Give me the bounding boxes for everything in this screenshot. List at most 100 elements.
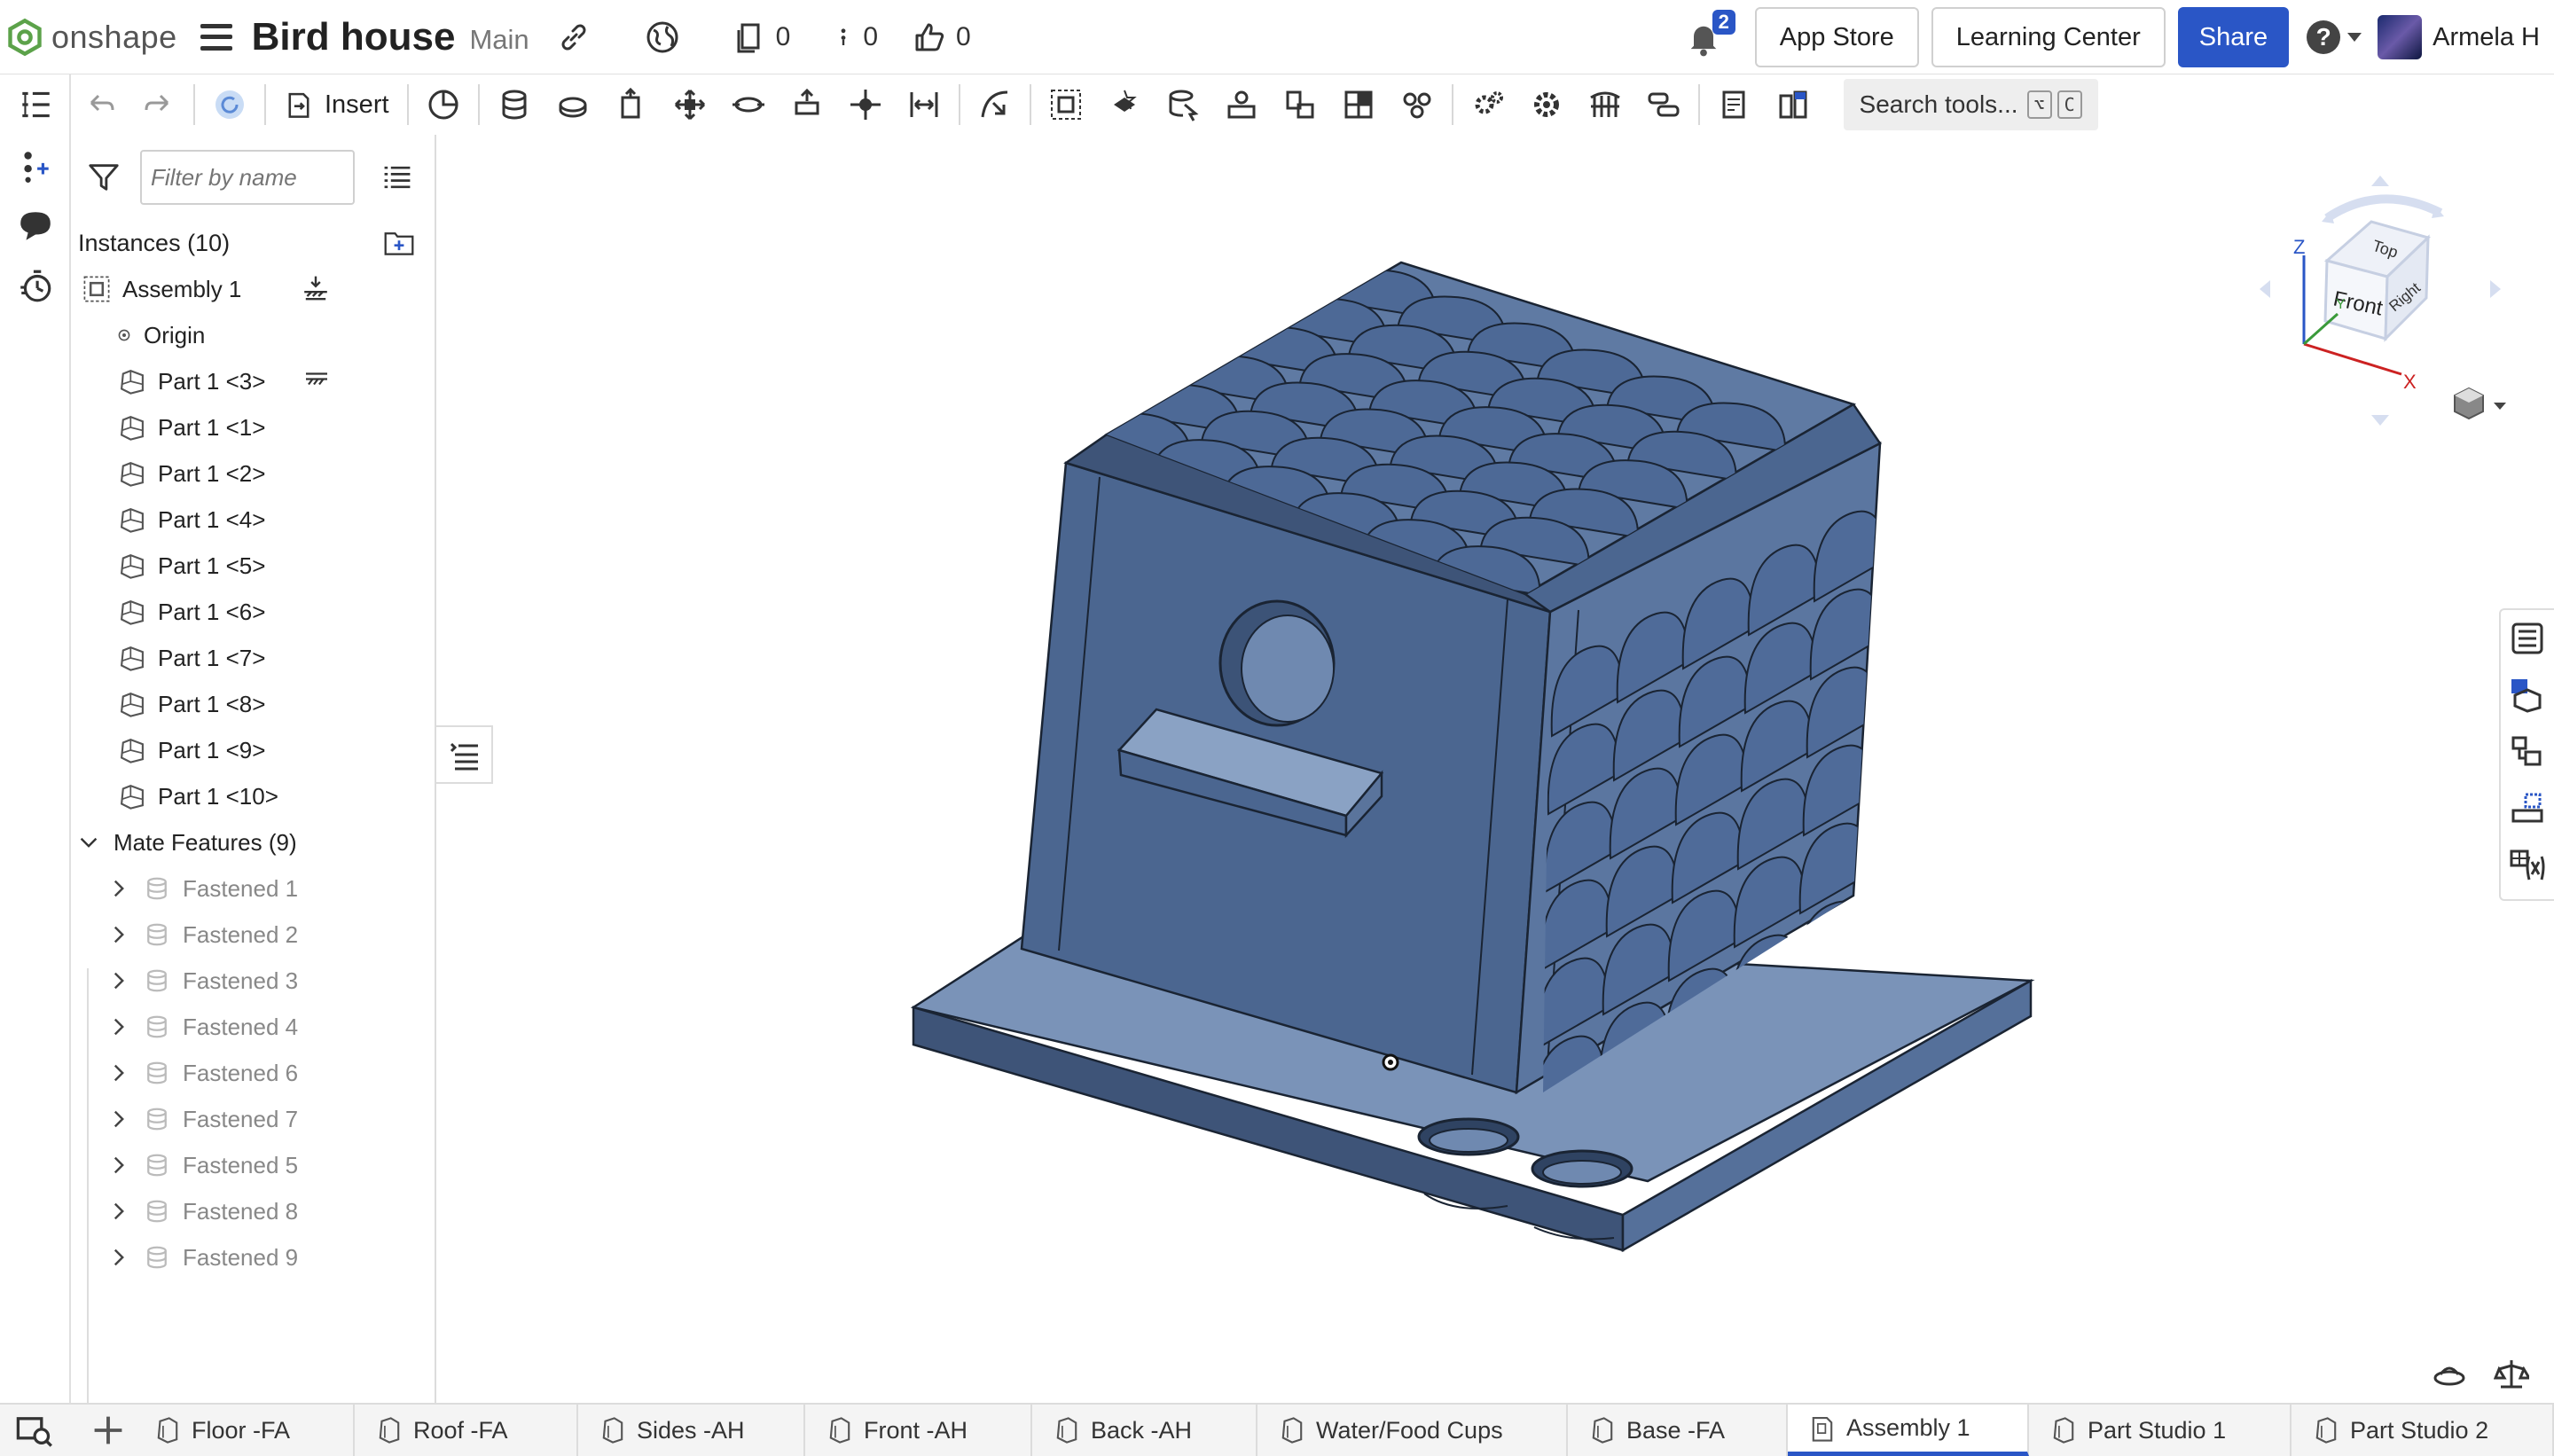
cylindrical-mate-button[interactable] [719, 75, 778, 134]
bird-house-model[interactable] [438, 135, 2499, 1403]
measure-icon[interactable] [2494, 1357, 2529, 1392]
regenerate-button[interactable] [200, 75, 259, 134]
fastened-mate-button[interactable] [485, 75, 544, 134]
document-tab[interactable]: Roof -FA [355, 1405, 578, 1456]
document-tab[interactable]: Base -FA [1568, 1405, 1788, 1456]
pin-slot-mate-button[interactable] [778, 75, 836, 134]
document-tab[interactable]: Front -AH [805, 1405, 1032, 1456]
part-instance-row[interactable]: Part 1 <10> [71, 773, 435, 819]
insert-button[interactable]: Insert [271, 75, 402, 134]
branch-name[interactable]: Main [469, 24, 529, 56]
filter-icon[interactable] [87, 160, 121, 194]
linear-relation-button[interactable] [1388, 75, 1446, 134]
properties-button[interactable] [2501, 610, 2554, 667]
mate-feature-row[interactable]: Fastened 7 [71, 1096, 435, 1142]
chevron-right-icon[interactable] [106, 1107, 131, 1131]
search-tools-button[interactable]: Search tools... ⌥ C [1843, 79, 2098, 130]
add-tab-icon[interactable] [89, 1411, 128, 1450]
replicate-button[interactable] [414, 75, 473, 134]
chevron-right-icon[interactable] [106, 1199, 131, 1224]
appearance-button[interactable] [2501, 667, 2554, 724]
assembly-row[interactable]: Assembly 1 [71, 266, 435, 312]
chevron-right-icon[interactable] [106, 876, 131, 901]
fixed-icon[interactable] [303, 367, 330, 394]
part-instance-row[interactable]: Part 1 <5> [71, 543, 435, 589]
gear-relation-button[interactable] [1212, 75, 1271, 134]
history-button[interactable] [0, 255, 71, 316]
view-cube[interactable]: Top Front Right Z X Y [2238, 156, 2522, 440]
ball-mate-button[interactable] [836, 75, 895, 134]
document-tab[interactable]: Assembly 1 [1788, 1405, 2029, 1456]
filter-input[interactable] [140, 150, 355, 205]
onshape-logo[interactable]: onshape [5, 18, 177, 57]
part-instance-row[interactable]: Part 1 <9> [71, 727, 435, 773]
user-name[interactable]: Armela H [2433, 23, 2540, 52]
mate-feature-row[interactable]: Fastened 8 [71, 1188, 435, 1234]
mate-feature-row[interactable]: Fastened 5 [71, 1142, 435, 1188]
variables-button[interactable] [2501, 837, 2554, 894]
mate-connector-button[interactable] [1095, 75, 1154, 134]
part-instance-row[interactable]: Part 1 <8> [71, 681, 435, 727]
document-tab[interactable]: Water/Food Cups [1257, 1405, 1568, 1456]
mate-feature-row[interactable]: Fastened 4 [71, 1004, 435, 1050]
configurations-button[interactable] [2501, 780, 2554, 837]
share-button[interactable]: Share [2177, 7, 2290, 67]
mate-feature-row[interactable]: Fastened 9 [71, 1234, 435, 1280]
tab-search-icon[interactable] [14, 1411, 53, 1450]
chevron-right-icon[interactable] [106, 1014, 131, 1039]
planar-mate-button[interactable] [661, 75, 719, 134]
mate-feature-row[interactable]: Fastened 6 [71, 1050, 435, 1096]
named-positions-button[interactable] [1764, 75, 1822, 134]
mate-feature-row[interactable]: Fastened 3 [71, 958, 435, 1004]
screw-relation-button[interactable] [1329, 75, 1388, 134]
part-instance-row[interactable]: Part 1 <2> [71, 450, 435, 497]
document-tab[interactable]: Part Studio 2 [2292, 1405, 2554, 1456]
revolute-mate-button[interactable] [544, 75, 602, 134]
mate-feature-row[interactable]: Fastened 1 [71, 865, 435, 912]
cam-button[interactable] [1634, 75, 1693, 134]
list-view-icon[interactable] [381, 161, 413, 193]
comments-button[interactable] [0, 195, 71, 255]
document-tab[interactable]: Part Studio 1 [2029, 1405, 2292, 1456]
chevron-right-icon[interactable] [106, 1061, 131, 1085]
mate-features-header[interactable]: Mate Features (9) [71, 819, 435, 865]
group-button[interactable] [1037, 75, 1095, 134]
chevron-right-icon[interactable] [106, 1153, 131, 1178]
instances-header[interactable]: Instances (10) [71, 220, 435, 266]
like-button[interactable]: 0 [912, 20, 971, 55]
render-mode-icon[interactable] [2432, 1357, 2467, 1392]
link-button[interactable] [556, 20, 591, 55]
notifications-button[interactable]: 2 [1684, 10, 1735, 59]
app-store-button[interactable]: App Store [1754, 7, 1919, 67]
chevron-right-icon[interactable] [106, 922, 131, 947]
mate-values-button[interactable] [1154, 75, 1212, 134]
document-title[interactable]: Bird house [252, 15, 456, 59]
gear-button[interactable] [1517, 75, 1576, 134]
graphics-viewport[interactable]: Top Front Right Z X Y [438, 135, 2529, 1403]
document-tab[interactable]: Back -AH [1032, 1405, 1257, 1456]
origin-row[interactable]: Origin [71, 312, 435, 358]
slider-mate-button[interactable] [602, 75, 661, 134]
undo-button[interactable] [71, 75, 129, 134]
part-instance-row[interactable]: Part 1 <6> [71, 589, 435, 635]
redo-button[interactable] [129, 75, 188, 134]
part-instance-row[interactable]: Part 1 <3> [71, 358, 435, 404]
part-instance-row[interactable]: Part 1 <4> [71, 497, 435, 543]
document-tab[interactable]: Floor -FA [133, 1405, 355, 1456]
chevron-right-icon[interactable] [106, 968, 131, 993]
chevron-right-icon[interactable] [106, 1245, 131, 1270]
tangent-mate-button[interactable] [966, 75, 1024, 134]
mate-connectors-button[interactable] [0, 135, 71, 195]
rack-pinion-button[interactable] [1271, 75, 1329, 134]
learning-center-button[interactable]: Learning Center [1931, 7, 2166, 67]
ground-icon[interactable] [302, 275, 330, 303]
rack-button[interactable] [1576, 75, 1634, 134]
menu-icon[interactable] [200, 23, 232, 51]
part-instance-row[interactable]: Part 1 <1> [71, 404, 435, 450]
add-folder-icon[interactable] [381, 227, 417, 259]
gear-tools-button[interactable] [1459, 75, 1517, 134]
part-instance-row[interactable]: Part 1 <7> [71, 635, 435, 681]
parallel-mate-button[interactable] [895, 75, 953, 134]
avatar[interactable] [2378, 15, 2423, 59]
versions-button[interactable]: 0 [732, 20, 790, 55]
